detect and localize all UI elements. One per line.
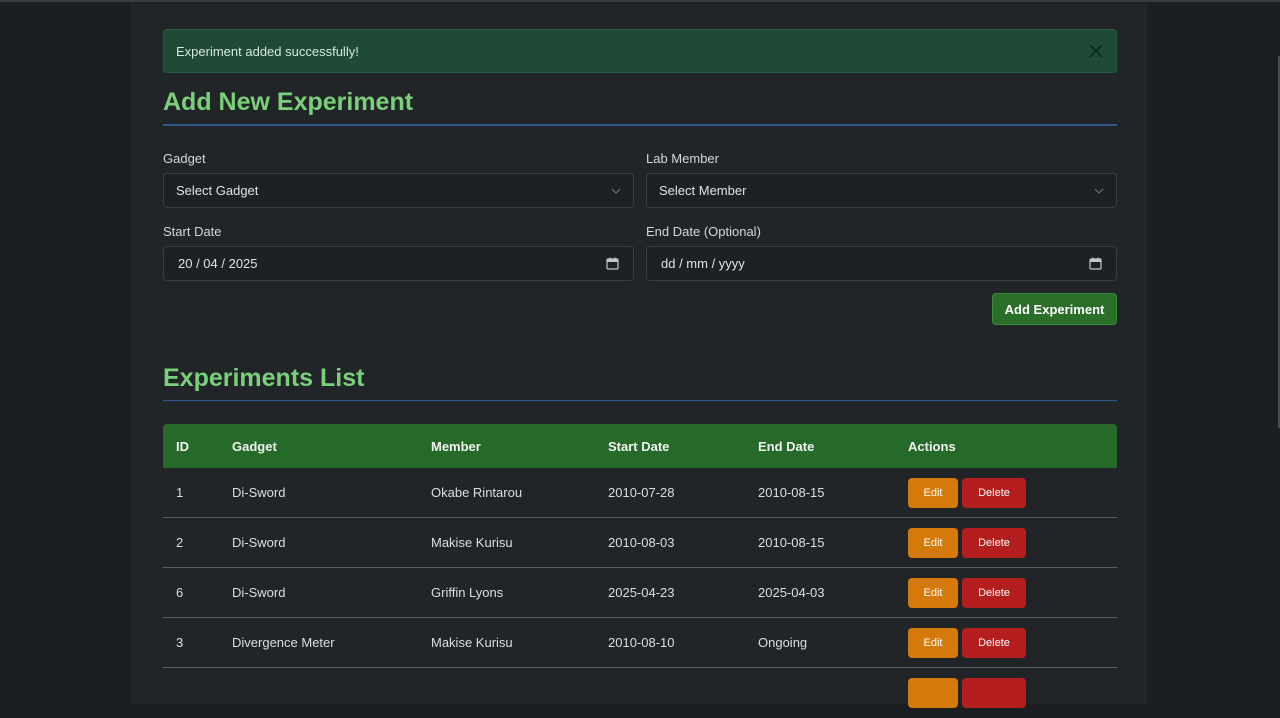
row-gadget: Di-Sword	[232, 585, 286, 600]
edit-button[interactable]: Edit	[908, 527, 958, 558]
table-row: 3 Divergence Meter Makise Kurisu 2010-08…	[163, 618, 1117, 668]
calendar-icon[interactable]	[1088, 257, 1102, 271]
row-gadget: Di-Sword	[232, 485, 286, 500]
row-id: 3	[176, 635, 184, 650]
column-header-end-date: End Date	[758, 438, 815, 454]
gadget-select-value: Select Gadget	[176, 183, 259, 198]
edit-button[interactable]: Edit	[908, 627, 958, 658]
row-gadget: Di-Sword	[232, 535, 286, 550]
row-member: Makise Kurisu	[431, 535, 513, 550]
gadget-select[interactable]: Select Gadget	[163, 173, 634, 208]
row-start-date: 2010-08-03	[608, 535, 675, 550]
delete-button[interactable]: Delete	[962, 627, 1026, 658]
delete-button[interactable]: Delete	[962, 577, 1026, 608]
main-container: Experiment added successfully! Add New E…	[131, 4, 1147, 708]
column-header-start-date: Start Date	[608, 438, 670, 454]
end-date-value: dd / mm / yyyy	[661, 256, 745, 271]
delete-button[interactable]	[962, 678, 1026, 708]
edit-button[interactable]	[908, 678, 958, 708]
row-gadget: Divergence Meter	[232, 635, 335, 650]
row-end-date: 2025-04-03	[758, 585, 825, 600]
edit-button[interactable]: Edit	[908, 477, 958, 508]
edit-button[interactable]: Edit	[908, 577, 958, 608]
delete-button[interactable]: Delete	[962, 477, 1026, 508]
end-date-input[interactable]: dd / mm / yyyy	[646, 246, 1117, 281]
gadget-label: Gadget	[163, 151, 206, 166]
member-select[interactable]: Select Member	[646, 173, 1117, 208]
experiments-table: ID Gadget Member Start Date End Date Act…	[163, 424, 1117, 718]
row-id: 6	[176, 585, 184, 600]
row-id: 1	[176, 485, 184, 500]
title-divider	[163, 124, 1117, 126]
row-end-date: 2010-08-15	[758, 535, 825, 550]
alert-message: Experiment added successfully!	[176, 43, 359, 59]
start-date-label: Start Date	[163, 224, 222, 239]
row-start-date: 2010-08-10	[608, 635, 675, 650]
success-alert: Experiment added successfully!	[163, 29, 1117, 73]
table-row: 2 Di-Sword Makise Kurisu 2010-08-03 2010…	[163, 518, 1117, 568]
member-label: Lab Member	[646, 151, 719, 166]
table-row: 1 Di-Sword Okabe Rintarou 2010-07-28 201…	[163, 468, 1117, 518]
row-end-date: Ongoing	[758, 635, 808, 650]
table-row: 6 Di-Sword Griffin Lyons 2025-04-23 2025…	[163, 568, 1117, 618]
chevron-down-icon	[1094, 186, 1104, 196]
add-experiment-title: Add New Experiment	[163, 88, 414, 116]
column-header-gadget: Gadget	[232, 438, 277, 454]
column-header-id: ID	[176, 438, 189, 454]
row-id: 2	[176, 535, 184, 550]
column-header-actions: Actions	[908, 438, 956, 454]
row-actions: Edit Delete	[908, 527, 1117, 558]
end-date-label: End Date (Optional)	[646, 224, 761, 239]
start-date-input[interactable]: 20 / 04 / 2025	[163, 246, 634, 281]
row-member: Okabe Rintarou	[431, 485, 523, 500]
table-row-partial	[163, 668, 1117, 718]
start-date-value: 20 / 04 / 2025	[178, 256, 258, 271]
row-end-date: 2010-08-15	[758, 485, 825, 500]
row-member: Makise Kurisu	[431, 635, 513, 650]
table-header: ID Gadget Member Start Date End Date Act…	[163, 424, 1117, 468]
calendar-icon[interactable]	[605, 257, 619, 271]
close-icon[interactable]	[1088, 43, 1104, 59]
column-header-member: Member	[431, 438, 481, 454]
delete-button[interactable]: Delete	[962, 527, 1026, 558]
add-experiment-button[interactable]: Add Experiment	[992, 293, 1117, 325]
row-actions: Edit Delete	[908, 477, 1117, 508]
list-divider	[163, 400, 1117, 401]
top-border	[0, 0, 1280, 2]
row-member: Griffin Lyons	[431, 585, 504, 600]
row-actions: Edit Delete	[908, 627, 1117, 658]
row-start-date: 2010-07-28	[608, 485, 675, 500]
row-actions: Edit Delete	[908, 577, 1117, 608]
chevron-down-icon	[611, 186, 621, 196]
experiments-list-title: Experiments List	[163, 364, 365, 392]
row-start-date: 2025-04-23	[608, 585, 675, 600]
row-actions	[908, 678, 1117, 708]
member-select-value: Select Member	[659, 183, 747, 198]
